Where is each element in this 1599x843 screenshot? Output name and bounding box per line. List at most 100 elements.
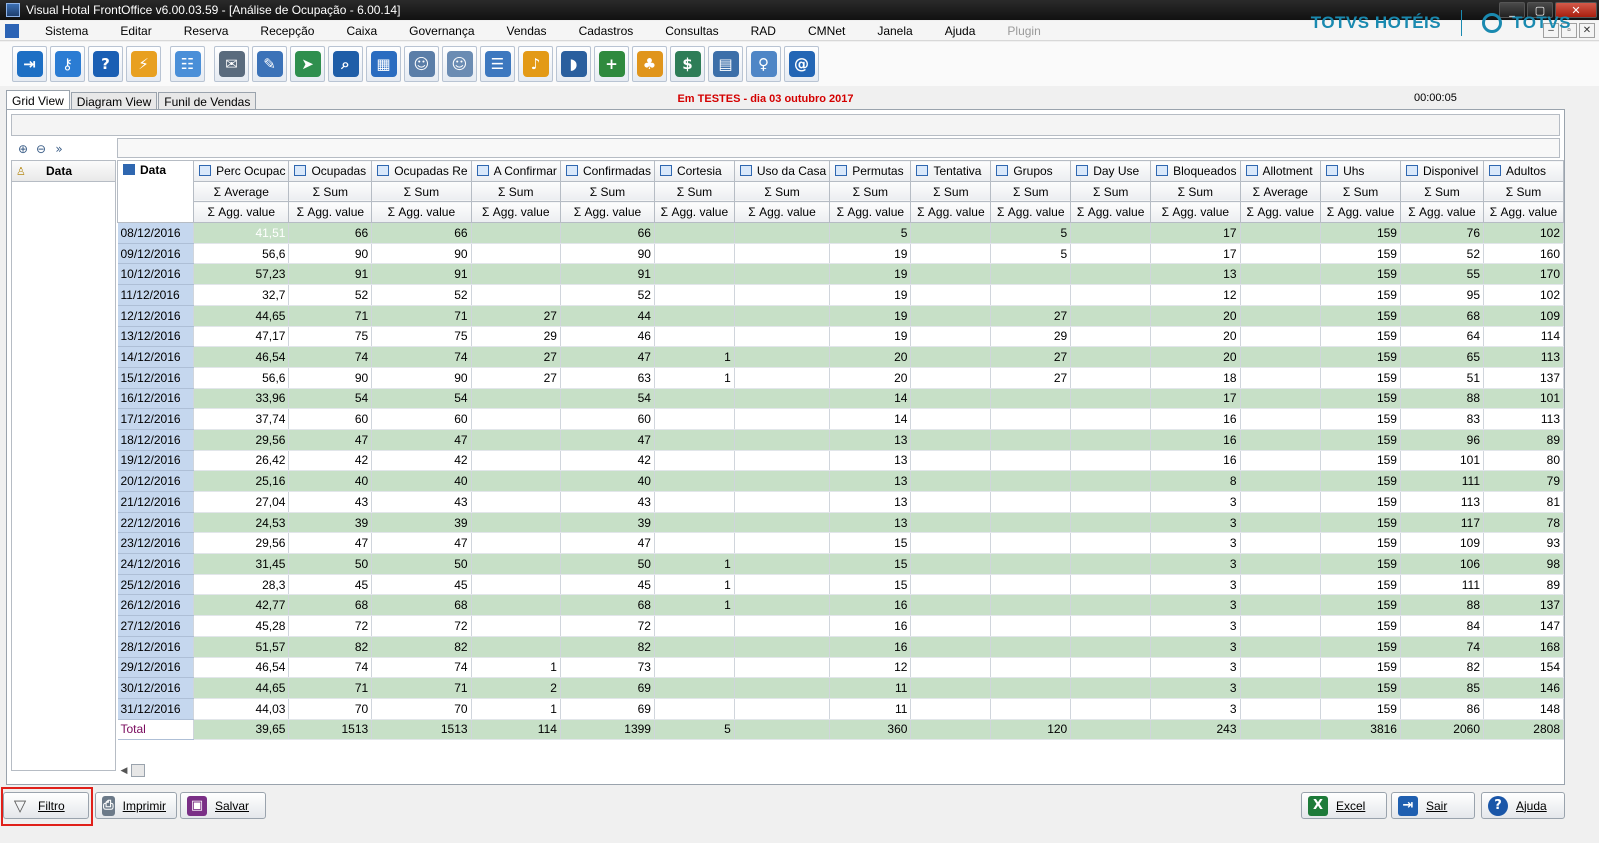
table-cell[interactable]: 86	[1400, 698, 1485, 720]
agg-value-header[interactable]: Σ Agg. value	[1239, 201, 1322, 224]
table-cell[interactable]: 80	[1483, 450, 1564, 472]
row-date-cell[interactable]: 09/12/2016	[117, 243, 195, 265]
table-cell[interactable]	[1240, 677, 1322, 699]
table-cell[interactable]	[1070, 491, 1152, 513]
table-cell[interactable]	[1070, 222, 1152, 244]
salvar-button[interactable]: ▣ Salvar	[180, 792, 266, 819]
table-cell[interactable]: 56,6	[193, 367, 290, 389]
table-cell[interactable]: 51	[1400, 367, 1485, 389]
agg-value-header[interactable]: Σ Agg. value	[1320, 201, 1401, 224]
table-cell[interactable]: 13	[829, 450, 912, 472]
table-cell[interactable]: 25,16	[193, 470, 290, 492]
table-cell[interactable]: 72	[288, 615, 373, 637]
table-cell[interactable]: 159	[1320, 594, 1401, 617]
table-cell[interactable]: 95	[1400, 284, 1485, 306]
table-cell[interactable]	[990, 677, 1072, 699]
table-cell[interactable]	[654, 698, 735, 720]
table-cell[interactable]: 147	[1483, 615, 1564, 637]
table-cell[interactable]	[654, 305, 735, 327]
row-date-cell[interactable]: 20/12/2016	[117, 470, 195, 492]
table-cell[interactable]: 159	[1320, 326, 1401, 348]
table-cell[interactable]: 2	[471, 677, 561, 699]
table-cell[interactable]	[910, 657, 992, 679]
total-cell[interactable]	[910, 719, 992, 741]
total-cell[interactable]: 1513	[371, 719, 472, 741]
table-cell[interactable]	[910, 450, 992, 472]
table-cell[interactable]: 159	[1320, 346, 1401, 368]
table-cell[interactable]	[734, 326, 831, 348]
table-cell[interactable]: 24,53	[193, 512, 290, 534]
table-cell[interactable]: 82	[560, 636, 655, 658]
table-cell[interactable]	[734, 532, 831, 555]
table-cell[interactable]	[910, 677, 992, 699]
table-cell[interactable]: 1	[654, 367, 735, 389]
table-cell[interactable]: 13	[1150, 263, 1241, 286]
table-cell[interactable]: 159	[1320, 677, 1401, 699]
table-cell[interactable]: 33,96	[193, 388, 290, 410]
menu-sistema[interactable]: Sistema	[29, 24, 104, 38]
table-cell[interactable]: 19	[829, 263, 912, 286]
agg-value-header[interactable]: Σ Agg. value	[470, 201, 561, 224]
agg-value-header[interactable]: Σ Agg. value	[193, 201, 290, 224]
table-cell[interactable]: 76	[1400, 222, 1485, 244]
table-cell[interactable]: 3	[1150, 677, 1241, 699]
system-menu-icon[interactable]	[5, 23, 19, 38]
table-cell[interactable]: 159	[1320, 532, 1401, 555]
row-date-cell[interactable]: 13/12/2016	[117, 326, 195, 348]
table-cell[interactable]: 27	[990, 367, 1072, 389]
table-cell[interactable]: 19	[829, 284, 912, 306]
aggregation-header[interactable]: Σ Sum	[1483, 180, 1564, 203]
table-cell[interactable]: 159	[1320, 636, 1401, 658]
table-cell[interactable]	[990, 698, 1072, 720]
email-at-button[interactable]: @	[784, 46, 819, 82]
table-cell[interactable]	[734, 491, 831, 513]
table-cell[interactable]	[471, 450, 561, 472]
table-cell[interactable]: 66	[288, 222, 373, 244]
table-cell[interactable]: 54	[371, 388, 472, 410]
total-cell[interactable]	[1240, 719, 1322, 741]
table-cell[interactable]: 16	[829, 636, 912, 658]
aggregation-header[interactable]: Σ Sum	[470, 180, 561, 203]
table-cell[interactable]: 12	[1150, 284, 1241, 306]
table-cell[interactable]: 66	[371, 222, 472, 244]
mail-button[interactable]: ✉	[214, 46, 249, 82]
menu-ajuda[interactable]: Ajuda	[929, 24, 992, 38]
menu-janela[interactable]: Janela	[861, 24, 928, 38]
table-cell[interactable]	[471, 491, 561, 513]
table-cell[interactable]	[990, 470, 1072, 492]
total-cell[interactable]: 1513	[288, 719, 373, 741]
table-cell[interactable]	[1070, 677, 1152, 699]
table-cell[interactable]: 16	[829, 594, 912, 617]
row-date-cell[interactable]: 23/12/2016	[117, 532, 195, 555]
table-cell[interactable]: 20	[829, 367, 912, 389]
table-cell[interactable]: 159	[1320, 698, 1401, 720]
table-cell[interactable]: 29,56	[193, 532, 290, 555]
aggregation-header[interactable]: Σ Sum	[910, 180, 992, 203]
table-cell[interactable]: 68	[1400, 305, 1485, 327]
table-cell[interactable]: 159	[1320, 615, 1401, 637]
table-cell[interactable]	[1240, 408, 1322, 430]
table-cell[interactable]: 11	[829, 677, 912, 699]
table-cell[interactable]: 60	[560, 408, 655, 430]
table-cell[interactable]	[734, 222, 831, 244]
row-date-cell[interactable]: 15/12/2016	[117, 367, 195, 389]
table-cell[interactable]: 56,6	[193, 243, 290, 265]
table-cell[interactable]: 102	[1483, 222, 1564, 244]
table-cell[interactable]	[1070, 243, 1152, 265]
table-cell[interactable]: 159	[1320, 429, 1401, 451]
table-cell[interactable]	[1070, 263, 1152, 286]
table-cell[interactable]	[654, 470, 735, 492]
table-cell[interactable]: 101	[1483, 388, 1564, 410]
mail-send-button[interactable]: ➤	[290, 46, 325, 82]
table-cell[interactable]	[1070, 615, 1152, 637]
menu-recepcao[interactable]: Recepção	[244, 24, 330, 38]
table-cell[interactable]: 47	[560, 532, 655, 555]
table-cell[interactable]: 68	[371, 594, 472, 617]
form-edit-button[interactable]: ✎	[252, 46, 287, 82]
table-cell[interactable]: 159	[1320, 553, 1401, 575]
table-cell[interactable]: 46,54	[193, 657, 290, 679]
table-cell[interactable]	[1240, 326, 1322, 348]
table-cell[interactable]: 11	[829, 698, 912, 720]
column-header[interactable]: Cortesia	[653, 160, 735, 182]
table-cell[interactable]: 47	[560, 346, 655, 368]
